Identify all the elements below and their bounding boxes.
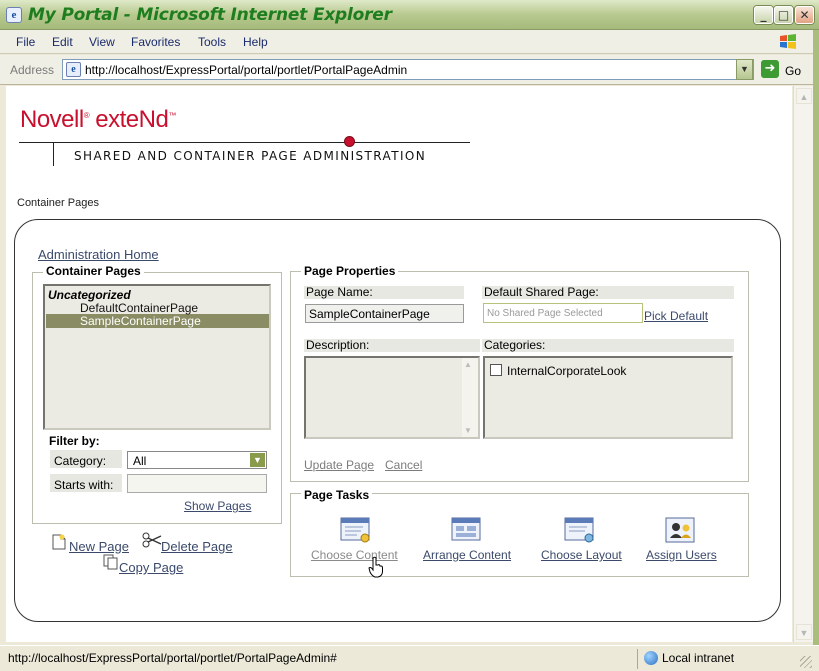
page-name-input[interactable]: SampleContainerPage [305,304,464,323]
choose-content-link[interactable]: Choose Content [311,548,398,562]
brand-name: Novell [20,106,84,133]
page-name-label: Page Name: [304,286,464,299]
new-page-icon[interactable] [52,534,66,550]
list-item[interactable]: DefaultContainerPage [80,301,198,315]
breadcrumb: Container Pages [17,197,99,209]
scroll-down-icon[interactable]: ▼ [796,624,812,640]
category-checkbox[interactable] [490,364,502,376]
go-arrow-icon[interactable]: ➜ [761,60,779,78]
ie-icon: e [6,7,22,23]
menu-bar: File Edit View Favorites Tools Help [0,30,819,54]
page-icon: e [66,62,81,77]
cancel-link[interactable]: Cancel [385,458,422,472]
categories-label: Categories: [482,339,734,352]
administration-home-link[interactable]: Administration Home [38,247,159,262]
category-checkbox-label: InternalCorporateLook [507,364,627,378]
update-page-link[interactable]: Update Page [304,458,374,472]
menu-tools[interactable]: Tools [198,35,226,49]
hand-cursor-icon [368,556,383,578]
copy-page-link[interactable]: Copy Page [119,560,183,575]
default-shared-page-label: Default Shared Page: [482,286,734,299]
menu-edit[interactable]: Edit [52,35,73,49]
show-pages-link[interactable]: Show Pages [184,499,251,513]
description-label: Description: [304,339,480,352]
vertical-scrollbar[interactable]: ▲ ▼ [793,86,813,642]
novell-logo: Novell® exteNd™ [20,106,176,133]
filter-by-label: Filter by: [49,434,100,448]
default-shared-placeholder: No Shared Page Selected [487,308,603,319]
go-button[interactable]: Go [785,64,801,78]
resize-grip-icon[interactable] [800,656,812,668]
minimize-button[interactable]: _ [754,6,773,24]
container-pages-legend: Container Pages [43,264,144,278]
windows-logo-icon [780,34,796,49]
list-item-selected[interactable]: SampleContainerPage [80,314,201,328]
page-name-value: SampleContainerPage [309,307,430,321]
arrange-content-icon[interactable] [450,516,484,544]
description-textarea[interactable]: ▲ ▼ [304,356,480,439]
menu-view[interactable]: View [89,35,115,49]
assign-users-icon[interactable] [664,516,698,544]
new-page-link[interactable]: New Page [69,539,129,554]
container-pages-list[interactable]: Uncategorized DefaultContainerPage Sampl… [43,284,271,430]
logo-rule-vertical [53,142,54,166]
window-title: My Portal - Microsoft Internet Explorer [28,5,392,25]
window-frame-right [813,30,819,671]
category-select-value: All [133,454,147,468]
brand-suffix: exteNd [95,106,169,133]
status-bar: http://localhost/ExpressPortal/portal/po… [0,645,819,671]
status-divider [637,649,638,669]
choose-layout-link[interactable]: Choose Layout [541,548,622,562]
address-label: Address [10,63,55,77]
pick-default-link[interactable]: Pick Default [644,309,708,323]
globe-icon [644,651,658,665]
logo-dot [344,136,355,147]
page-properties-legend: Page Properties [301,264,399,278]
categories-list: InternalCorporateLook [483,356,733,439]
starts-with-input[interactable] [127,474,267,493]
title-bar: e My Portal - Microsoft Internet Explore… [0,0,819,30]
close-button[interactable]: ✕ [795,6,814,24]
category-select[interactable]: All ▼ [127,451,267,469]
scroll-up-icon[interactable]: ▲ [796,88,812,104]
page-subtitle: SHARED AND CONTAINER PAGE ADMINISTRATION [74,149,427,163]
assign-users-link[interactable]: Assign Users [646,548,717,562]
page-tasks-legend: Page Tasks [301,488,373,502]
maximize-button[interactable]: □ [774,6,793,24]
starts-with-label: Starts with: [54,478,114,492]
category-label: Category: [54,454,107,468]
delete-page-link[interactable]: Delete Page [161,539,233,554]
address-url: http://localhost/ExpressPortal/portal/po… [85,63,408,77]
menu-favorites[interactable]: Favorites [131,35,180,49]
description-scrollbar[interactable]: ▲ ▼ [462,358,478,437]
copy-icon[interactable] [103,554,119,570]
choose-layout-icon[interactable] [563,516,597,544]
scissors-icon[interactable] [142,532,162,548]
address-bar: Address e http://localhost/ExpressPortal… [0,55,819,85]
arrange-content-link[interactable]: Arrange Content [423,548,511,562]
status-url: http://localhost/ExpressPortal/portal/po… [8,651,337,665]
menu-help[interactable]: Help [243,35,268,49]
address-dropdown-icon[interactable]: ▼ [736,59,753,80]
address-input[interactable]: e http://localhost/ExpressPortal/portal/… [62,59,754,80]
scroll-down-icon[interactable]: ▼ [464,426,472,435]
zone-label: Local intranet [662,651,735,665]
category-uncategorized: Uncategorized [48,288,131,302]
page-content: Novell® exteNd™ SHARED AND CONTAINER PAG… [6,86,792,642]
default-shared-page-input[interactable]: No Shared Page Selected [483,303,643,323]
choose-content-icon[interactable] [339,516,373,544]
scroll-up-icon[interactable]: ▲ [464,360,472,369]
menu-file[interactable]: File [16,35,35,49]
chevron-down-icon[interactable]: ▼ [250,453,265,467]
logo-rule [19,142,470,143]
